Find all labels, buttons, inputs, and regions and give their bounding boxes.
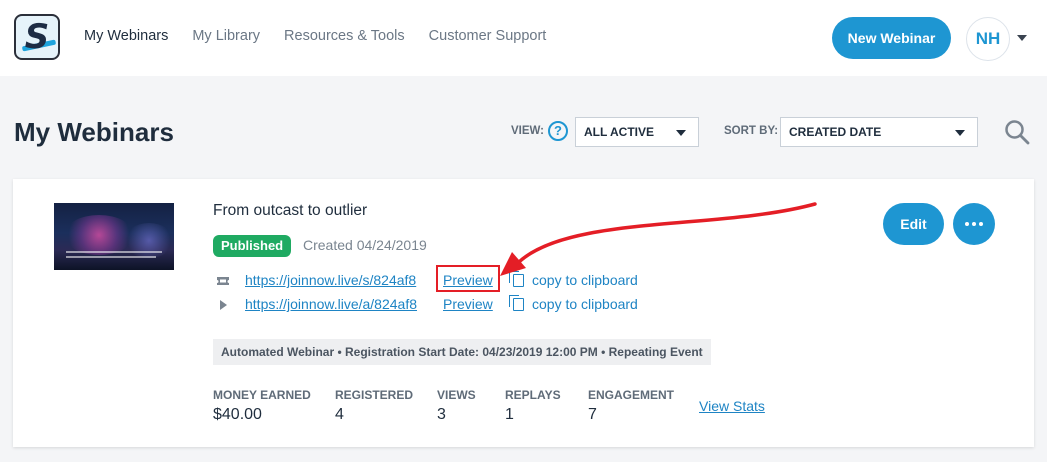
attendee-copy-button[interactable]: copy to clipboard xyxy=(509,295,638,312)
copy-label: copy to clipboard xyxy=(532,296,638,312)
more-dot-icon xyxy=(965,222,969,226)
stat-label-money: MONEY EARNED xyxy=(213,388,311,402)
user-avatar[interactable]: NH xyxy=(966,17,1010,61)
nav-resources-tools[interactable]: Resources & Tools xyxy=(284,28,405,44)
stat-value-views: 3 xyxy=(437,406,446,423)
page-title: My Webinars xyxy=(14,117,174,147)
stat-label-engagement: ENGAGEMENT xyxy=(588,388,675,402)
nav-my-webinars[interactable]: My Webinars xyxy=(84,28,168,44)
chevron-down-icon xyxy=(676,130,686,136)
main-nav: My Webinars My Library Resources & Tools… xyxy=(84,28,570,44)
view-label: VIEW: xyxy=(511,125,545,137)
app-logo-icon[interactable]: S xyxy=(14,14,60,60)
stat-label-replays: REPLAYS xyxy=(505,388,561,402)
copy-icon xyxy=(509,271,524,287)
chevron-down-icon[interactable] xyxy=(1017,35,1027,41)
more-dot-icon xyxy=(972,222,976,226)
chevron-down-icon xyxy=(955,130,965,136)
nav-customer-support[interactable]: Customer Support xyxy=(429,28,547,44)
thumbnail-caption-line xyxy=(66,251,162,253)
thumbnail-glow xyxy=(64,215,134,255)
stat-value-replays: 1 xyxy=(505,406,514,423)
view-select-value: ALL ACTIVE xyxy=(584,125,655,139)
thumbnail-caption-line xyxy=(66,256,156,258)
more-options-button[interactable] xyxy=(953,203,995,245)
annotation-highlight-box xyxy=(436,265,500,292)
more-dot-icon xyxy=(979,222,983,226)
attendee-link[interactable]: https://joinnow.live/a/824af8 xyxy=(245,296,417,312)
sort-select-value: CREATED DATE xyxy=(789,125,882,139)
new-webinar-button[interactable]: New Webinar xyxy=(832,17,951,59)
webinar-thumbnail[interactable] xyxy=(54,203,174,270)
stat-label-views: VIEWS xyxy=(437,388,476,402)
status-badge: Published xyxy=(213,235,292,257)
webinar-card: From outcast to outlier Published Create… xyxy=(13,179,1034,447)
top-bar: S My Webinars My Library Resources & Too… xyxy=(0,0,1047,76)
edit-button[interactable]: Edit xyxy=(883,203,944,245)
stat-label-registered: REGISTERED xyxy=(335,388,414,402)
webinar-meta: Automated Webinar • Registration Start D… xyxy=(213,339,711,365)
webinar-title[interactable]: From outcast to outlier xyxy=(213,202,367,220)
ticket-icon xyxy=(217,277,229,285)
stat-value-registered: 4 xyxy=(335,406,344,423)
view-stats-link[interactable]: View Stats xyxy=(699,398,765,414)
registration-link[interactable]: https://joinnow.live/s/824af8 xyxy=(245,272,416,288)
help-icon[interactable]: ? xyxy=(548,121,568,141)
play-icon xyxy=(220,300,227,310)
sort-label: SORT BY: xyxy=(724,125,779,137)
sort-select[interactable]: CREATED DATE xyxy=(780,117,978,147)
search-icon[interactable] xyxy=(1004,119,1030,145)
registration-copy-button[interactable]: copy to clipboard xyxy=(509,271,638,288)
created-date: Created 04/24/2019 xyxy=(303,237,427,253)
view-select[interactable]: ALL ACTIVE xyxy=(575,117,699,147)
attendee-preview-link[interactable]: Preview xyxy=(443,296,493,312)
copy-label: copy to clipboard xyxy=(532,272,638,288)
logo-letter: S xyxy=(24,17,50,57)
stat-value-money: $40.00 xyxy=(213,406,262,423)
nav-my-library[interactable]: My Library xyxy=(192,28,260,44)
copy-icon xyxy=(509,295,524,311)
stat-value-engagement: 7 xyxy=(588,406,597,423)
